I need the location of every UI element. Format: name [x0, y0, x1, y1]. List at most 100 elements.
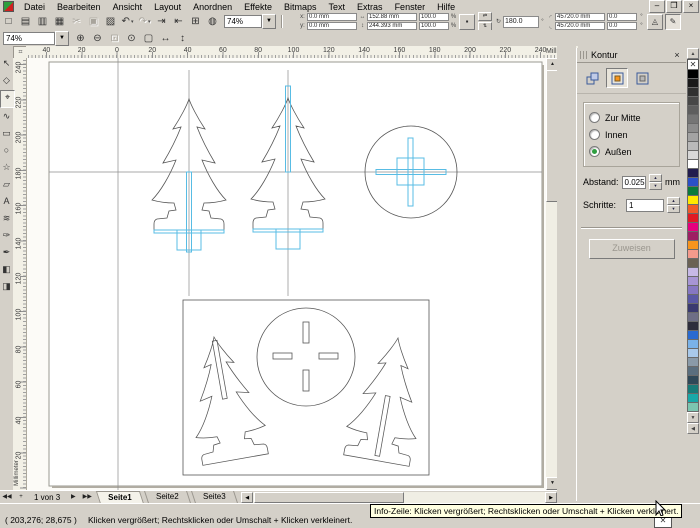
scale-y-field[interactable]: 100.0	[419, 22, 449, 30]
palette-swatch[interactable]	[687, 402, 699, 412]
app-launcher-icon[interactable]: ⊞	[187, 14, 204, 29]
print-icon[interactable]: ▦	[51, 14, 68, 29]
corel-online-icon[interactable]: ◍	[204, 14, 221, 29]
apply-button[interactable]: Zuweisen	[589, 239, 675, 259]
outline-tool[interactable]: ✒	[0, 245, 13, 261]
convert-to-curves-button[interactable]: ◬	[647, 14, 663, 30]
zoom-combo[interactable]: 74% ▼	[3, 32, 69, 45]
schritte-spinner[interactable]: ▲▼	[667, 197, 680, 213]
rotation-field[interactable]: 180.0	[503, 16, 539, 28]
zoom-out-icon[interactable]: ⊖	[89, 31, 106, 46]
scale-x-field[interactable]: 100.0	[419, 13, 449, 21]
freehand-tool[interactable]: ∿	[0, 109, 13, 125]
mirror-horizontal-button[interactable]: ⇄	[478, 12, 492, 21]
abstand-spinner[interactable]: ▲▼	[649, 174, 662, 190]
minimize-button[interactable]: –	[649, 0, 665, 13]
position-y-field[interactable]: 0.0 mm	[307, 22, 357, 30]
vertical-scrollbar[interactable]: ▲ ▼	[546, 58, 557, 490]
horizontal-scroll-thumb[interactable]	[254, 492, 404, 503]
new-icon[interactable]: □	[0, 14, 17, 29]
zoom-level-combo[interactable]: 74% ▼	[224, 15, 276, 28]
docker-close-icon[interactable]: ×	[671, 50, 683, 60]
zoom-tool[interactable]: ⌖	[0, 90, 15, 108]
open-icon[interactable]: ▤	[17, 14, 34, 29]
contour-direction-radio[interactable]: Innen	[589, 126, 674, 143]
zoom-level-value[interactable]: 74%	[224, 15, 262, 28]
rectangle-tool[interactable]: ▭	[0, 126, 13, 142]
contour-inside-icon[interactable]	[606, 68, 628, 88]
contour-direction-radio[interactable]: Zur Mitte	[589, 109, 674, 126]
abstand-field[interactable]: 0.025	[622, 176, 646, 189]
eyedropper-tool[interactable]: ✑	[0, 228, 13, 244]
object-height-field[interactable]: 244.393 mm	[367, 22, 417, 30]
radius-bottom-field[interactable]: 45720.0 mm	[555, 22, 605, 30]
drawing-canvas[interactable]	[26, 58, 546, 490]
interactive-fill-tool[interactable]: ◨	[0, 279, 13, 295]
first-page-button[interactable]: ◀◀	[0, 492, 14, 503]
horizontal-scrollbar[interactable]: ◀ ▶	[241, 492, 557, 503]
fill-tool[interactable]: ◧	[0, 262, 13, 278]
cut-icon[interactable]: ✂	[68, 14, 85, 29]
copy-icon[interactable]: ▣	[85, 14, 102, 29]
radius-top-field[interactable]: 45720.0 mm	[555, 13, 605, 21]
page-tab[interactable]: Seite2	[144, 491, 191, 503]
scroll-right-icon[interactable]: ▶	[545, 492, 557, 503]
save-icon[interactable]: ▥	[34, 14, 51, 29]
menu-item[interactable]: Fenster	[389, 2, 432, 12]
menu-item[interactable]: Extras	[351, 2, 389, 12]
menu-item[interactable]: Layout	[148, 2, 187, 12]
text-tool[interactable]: A	[0, 194, 13, 210]
menu-item[interactable]: Effekte	[238, 2, 278, 12]
drawing-svg[interactable]	[27, 58, 546, 490]
menu-item[interactable]: Text	[323, 2, 352, 12]
add-page-button[interactable]: +	[14, 492, 28, 503]
shape-tool[interactable]: ◇	[0, 73, 13, 89]
contour-outside-icon[interactable]	[631, 68, 653, 88]
last-page-button[interactable]: ▶▶	[80, 492, 94, 503]
interactive-blend-tool[interactable]: ≋	[0, 211, 13, 227]
redo-icon[interactable]: ↷	[136, 14, 153, 29]
offset-x-field[interactable]: 0.0	[607, 13, 637, 21]
palette-flyout-icon[interactable]: ◀	[687, 423, 699, 434]
contour-direction-radio[interactable]: Außen	[589, 143, 674, 160]
zoom-all-objects-icon[interactable]: ⊙	[123, 31, 140, 46]
pick-tool[interactable]: ↖	[0, 56, 13, 72]
vertical-ruler[interactable]: Millimeter 24022020018016014012010080604…	[13, 58, 27, 490]
zoom-selected-icon[interactable]: ⊡	[106, 31, 123, 46]
menu-item[interactable]: Bitmaps	[278, 2, 323, 12]
contour-to-center-icon[interactable]	[581, 68, 603, 88]
next-page-button[interactable]: ▶	[66, 492, 80, 503]
basic-shapes-tool[interactable]: ▱	[0, 177, 13, 193]
page-tab[interactable]: Seite3	[191, 491, 238, 503]
chevron-down-icon[interactable]: ▼	[262, 14, 276, 29]
palette-scroll-up-icon[interactable]: ▲	[687, 48, 699, 59]
docker-grip[interactable]	[580, 51, 588, 59]
menu-item[interactable]: Anordnen	[187, 2, 238, 12]
restore-button[interactable]: ❒	[666, 0, 682, 13]
zoom-page-width-icon[interactable]: ↔	[157, 31, 174, 46]
ellipse-tool[interactable]: ○	[0, 143, 13, 159]
schritte-field[interactable]: 1	[626, 199, 664, 212]
outline-dialog-button[interactable]: ✎	[665, 14, 681, 30]
paste-icon[interactable]: ▨	[102, 14, 119, 29]
close-button[interactable]: ×	[683, 0, 699, 13]
object-width-field[interactable]: 152.88 mm	[367, 13, 417, 21]
menu-item[interactable]: Bearbeiten	[51, 2, 107, 12]
zoom-page-height-icon[interactable]: ↕	[174, 31, 191, 46]
position-x-field[interactable]: 0.0 mm	[307, 13, 357, 21]
nonproportional-lock-button[interactable]: ▪	[459, 14, 475, 30]
palette-scroll-down-icon[interactable]: ▼	[687, 412, 699, 423]
menu-item[interactable]: Hilfe	[431, 2, 461, 12]
zoom-page-icon[interactable]: ▢	[140, 31, 157, 46]
menu-item[interactable]: Ansicht	[107, 2, 149, 12]
scroll-left-icon[interactable]: ◀	[241, 492, 253, 503]
undo-icon[interactable]: ↶	[119, 14, 136, 29]
offset-y-field[interactable]: 0.0	[607, 22, 637, 30]
menu-item[interactable]: Datei	[18, 2, 51, 12]
docker-title-bar[interactable]: Kontur ×	[577, 48, 686, 63]
chevron-down-icon[interactable]: ▼	[55, 31, 69, 46]
import-icon[interactable]: ⇥	[153, 14, 170, 29]
zoom-value[interactable]: 74%	[3, 32, 55, 45]
export-icon[interactable]: ⇤	[170, 14, 187, 29]
polygon-tool[interactable]: ☆	[0, 160, 13, 176]
